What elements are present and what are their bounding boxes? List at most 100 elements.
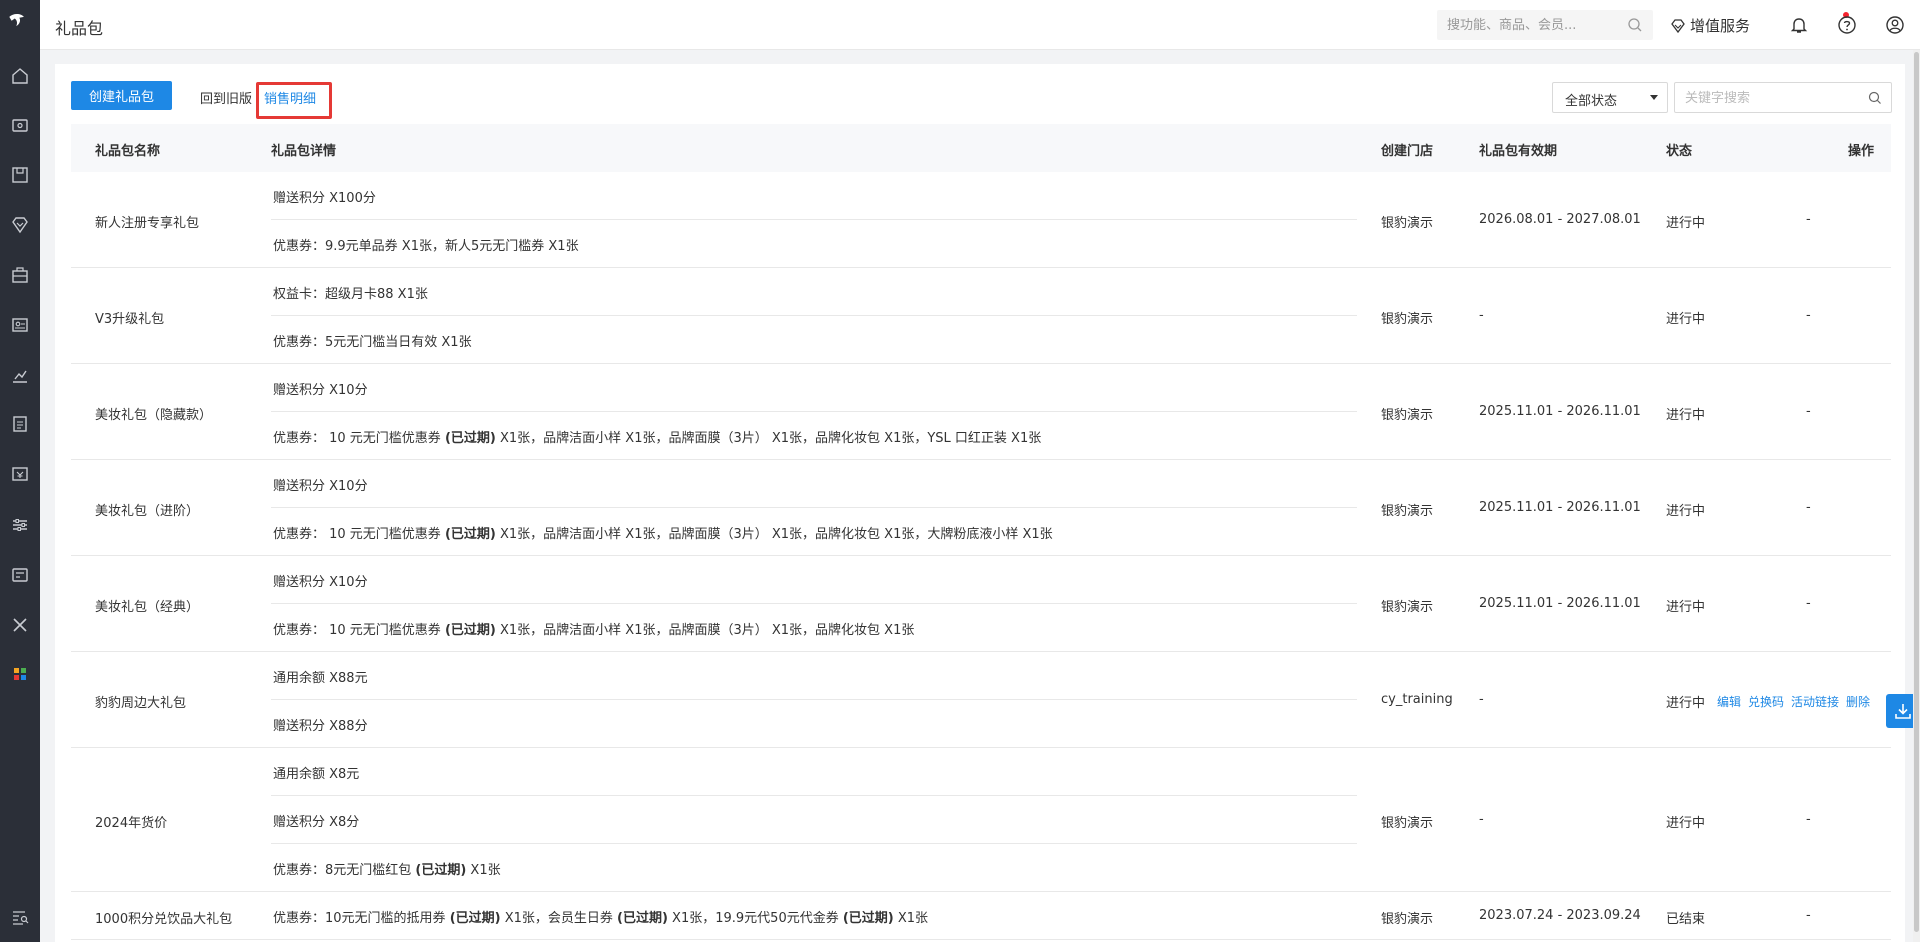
cell-validity: -: [1479, 692, 1484, 707]
table-row: 新人注册专享礼包 赠送积分 X100分优惠券：9.9元单品券 X1张，新人5元无门…: [71, 172, 1891, 268]
detail-segment: X1张，品牌洁面小样 X1张，品牌面膜（3片） X1张，品牌化妆包 X1张，YS…: [495, 431, 1042, 446]
home-icon[interactable]: [10, 66, 30, 86]
detail-segment: 优惠券： 10 元无门槛优惠券: [273, 623, 445, 638]
download-icon: [1895, 704, 1911, 719]
help-icon[interactable]: [1837, 15, 1857, 35]
menu-search-icon[interactable]: [10, 907, 30, 927]
detail-segment: 优惠券：10元无门槛的抵用券: [273, 911, 450, 926]
cell-ops: 编辑 兑换码 活动链接 删除: [1717, 693, 1877, 710]
expired-tag: (已过期): [444, 623, 496, 638]
detail-line: 优惠券：5元无门槛当日有效 X1张: [271, 316, 1357, 364]
finance-icon[interactable]: [10, 464, 30, 484]
table-row: V3升级礼包 权益卡：超级月卡88 X1张 优惠券：5元无门槛当日有效 X1张 银豹演…: [71, 268, 1891, 364]
keyword-search-input[interactable]: [1685, 89, 1855, 107]
detail-line: 赠送积分 X88分: [271, 700, 1357, 748]
status-filter-select[interactable]: 全部状态: [1552, 82, 1668, 113]
table-row: 2024年货价 通用余额 X8元 赠送积分 X8分 优惠券：8元无门槛红包 (已过期)…: [71, 748, 1891, 892]
cell-ops: -: [1806, 812, 1811, 827]
global-search[interactable]: [1437, 10, 1653, 40]
search-icon[interactable]: [1868, 91, 1882, 105]
member-vip-icon[interactable]: [10, 215, 30, 235]
global-search-input[interactable]: [1447, 16, 1617, 34]
bell-icon[interactable]: [1789, 15, 1809, 35]
cell-validity: 2026.08.01 - 2027.08.01: [1479, 212, 1641, 227]
detail-line: 通用余额 X88元: [271, 652, 1357, 700]
detail-line: 优惠券：9.9元单品券 X1张，新人5元无门槛券 X1张: [271, 220, 1357, 268]
detail-line: 赠送积分 X100分: [271, 172, 1357, 220]
redeem-code-link[interactable]: 兑换码: [1748, 695, 1784, 709]
detail-segment: X1张，品牌洁面小样 X1张，品牌面膜（3片） X1张，品牌化妆包 X1张，大牌…: [495, 527, 1053, 542]
detail-text: 优惠券：10元无门槛的抵用券 (已过期) X1张，会员生日券 (已过期) X1张…: [273, 907, 928, 926]
cell-status: 进行中: [1666, 216, 1706, 231]
goods-icon[interactable]: [10, 165, 30, 185]
apps-grid-icon[interactable]: [10, 664, 30, 684]
expired-tag: (已过期): [617, 911, 668, 926]
cell-store: 银豹演示: [1381, 408, 1434, 423]
cell-name: 新人注册专享礼包: [95, 216, 200, 231]
detail-text: 优惠券：9.9元单品券 X1张，新人5元无门槛券 X1张: [273, 239, 579, 254]
cell-name: 2024年货价: [95, 816, 168, 831]
cell-store: 银豹演示: [1381, 600, 1434, 615]
scrollbar-thumb[interactable]: [1914, 52, 1919, 932]
page-scrollbar[interactable]: [1913, 50, 1920, 942]
detail-line: 优惠券： 10 元无门槛优惠券 (已过期) X1张，品牌洁面小样 X1张，品牌面…: [271, 604, 1357, 652]
detail-line: 优惠券：10元无门槛的抵用券 (已过期) X1张，会员生日券 (已过期) X1张…: [271, 892, 1357, 940]
brand-logo-icon[interactable]: [7, 10, 33, 36]
cell-name: 1000积分兑饮品大礼包: [95, 912, 233, 927]
settings-sliders-icon[interactable]: [10, 515, 30, 535]
marketing-icon[interactable]: [10, 265, 30, 285]
expired-tag: (已过期): [449, 911, 501, 926]
detail-text: 权益卡：超级月卡88 X1张: [273, 287, 428, 302]
detail-line: 赠送积分 X10分: [271, 556, 1357, 604]
table-row: 美妆礼包（经典） 赠送积分 X10分 优惠券： 10 元无门槛优惠券 (已过期) X…: [71, 556, 1891, 652]
expired-tag: (已过期): [842, 911, 894, 926]
cashier-icon[interactable]: [10, 115, 30, 135]
detail-text: 优惠券： 10 元无门槛优惠券 (已过期) X1张，品牌洁面小样 X1张，品牌面…: [273, 523, 1053, 542]
cell-ops: -: [1806, 308, 1811, 323]
detail-segment: 优惠券： 10 元无门槛优惠券: [273, 431, 445, 446]
user-avatar-icon[interactable]: [1885, 15, 1905, 35]
staff-card-icon[interactable]: [10, 315, 30, 335]
device-icon[interactable]: [10, 565, 30, 585]
detail-segment: X1张: [893, 911, 929, 926]
cell-ops: -: [1806, 908, 1811, 923]
detail-text: 通用余额 X88元: [273, 671, 368, 686]
cell-store: cy_training: [1381, 692, 1453, 707]
create-gift-pack-button[interactable]: 创建礼品包: [71, 81, 172, 110]
cell-store: 银豹演示: [1381, 504, 1434, 519]
cell-store: 银豹演示: [1381, 816, 1434, 831]
cell-name: V3升级礼包: [95, 312, 165, 327]
cell-store: 银豹演示: [1381, 912, 1434, 927]
back-to-old-version-link[interactable]: 回到旧版: [200, 88, 252, 107]
detail-text: 赠送积分 X10分: [273, 575, 368, 590]
detail-text: 优惠券： 10 元无门槛优惠券 (已过期) X1张，品牌洁面小样 X1张，品牌面…: [273, 427, 1041, 446]
header-validity: 礼品包有效期: [1479, 144, 1558, 159]
delete-link[interactable]: 删除: [1846, 695, 1870, 709]
detail-segment: X1张，会员生日券: [500, 911, 618, 926]
cell-validity: 2025.11.01 - 2026.11.01: [1479, 596, 1641, 611]
keyword-search[interactable]: [1674, 82, 1892, 113]
cell-status: 进行中: [1666, 696, 1706, 711]
diamond-icon: [1671, 18, 1685, 33]
value-added-service-button[interactable]: 增值服务: [1670, 15, 1750, 36]
detail-text: 赠送积分 X10分: [273, 479, 368, 494]
header-name: 礼品包名称: [95, 144, 161, 159]
cell-validity: 2025.11.01 - 2026.11.01: [1479, 500, 1641, 515]
expired-tag: (已过期): [444, 527, 496, 542]
detail-segment: X1张: [466, 863, 501, 878]
table-body: 新人注册专享礼包 赠送积分 X100分优惠券：9.9元单品券 X1张，新人5元无门…: [71, 172, 1891, 940]
header-detail: 礼品包详情: [271, 144, 337, 159]
cell-status: 已结束: [1666, 912, 1706, 927]
search-icon[interactable]: [1627, 17, 1643, 33]
detail-text: 赠送积分 X10分: [273, 383, 368, 398]
document-icon[interactable]: [10, 414, 30, 434]
detail-text: 通用余额 X8元: [273, 767, 360, 782]
activity-link[interactable]: 活动链接: [1791, 695, 1839, 709]
report-chart-icon[interactable]: [10, 365, 30, 385]
tools-icon[interactable]: [10, 615, 30, 635]
cell-ops: -: [1806, 404, 1811, 419]
edit-link[interactable]: 编辑: [1717, 695, 1741, 709]
value-added-service-label: 增值服务: [1690, 17, 1751, 35]
cell-name: 美妆礼包（进阶）: [95, 504, 200, 519]
detail-line: 优惠券：8元无门槛红包 (已过期) X1张: [271, 844, 1357, 892]
